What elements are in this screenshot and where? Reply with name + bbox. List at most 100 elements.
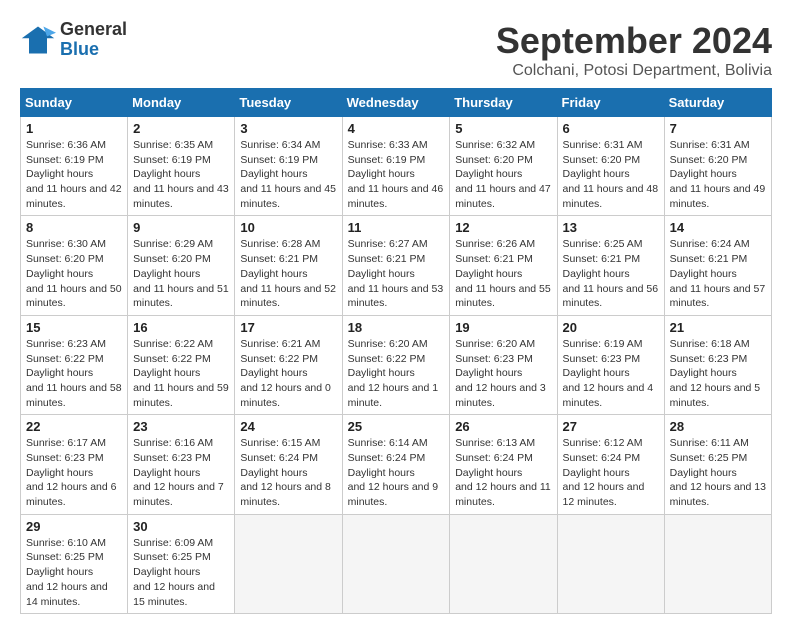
day-number: 15 xyxy=(26,320,122,335)
calendar-cell: 20 Sunrise: 6:19 AMSunset: 6:23 PMDayligh… xyxy=(557,315,664,414)
calendar-cell: 2 Sunrise: 6:35 AMSunset: 6:19 PMDaylight… xyxy=(128,117,235,216)
calendar-cell xyxy=(450,514,557,613)
calendar-week-row: 29Sunrise: 6:10 AMSunset: 6:25 PMDayligh… xyxy=(21,514,772,613)
calendar-cell: 24Sunrise: 6:15 AMSunset: 6:24 PMDayligh… xyxy=(235,415,342,514)
col-wednesday: Wednesday xyxy=(342,89,450,117)
day-info: Sunrise: 6:23 AMSunset: 6:22 PMDaylight … xyxy=(26,337,122,410)
page-header: General Blue September 2024 Colchani, Po… xyxy=(20,20,772,80)
calendar-cell: 19Sunrise: 6:20 AMSunset: 6:23 PMDayligh… xyxy=(450,315,557,414)
logo-line2: Blue xyxy=(60,40,127,60)
day-info: Sunrise: 6:27 AMSunset: 6:21 PMDaylight … xyxy=(348,237,445,310)
calendar-cell: 18Sunrise: 6:20 AMSunset: 6:22 PMDayligh… xyxy=(342,315,450,414)
logo-line1: General xyxy=(60,20,127,40)
day-info: Sunrise: 6:22 AMSunset: 6:22 PMDaylight … xyxy=(133,337,229,410)
calendar-week-row: 1Sunrise: 6:36 AMSunset: 6:19 PMDaylight… xyxy=(21,117,772,216)
day-info: Sunrise: 6:33 AMSunset: 6:19 PMDaylight … xyxy=(348,138,445,211)
day-info: Sunrise: 6:24 AMSunset: 6:21 PMDaylight … xyxy=(670,237,766,310)
day-info: Sunrise: 6:09 AMSunset: 6:25 PMDaylight … xyxy=(133,536,229,609)
day-number: 23 xyxy=(133,419,229,434)
calendar-week-row: 15 Sunrise: 6:23 AMSunset: 6:22 PMDayligh… xyxy=(21,315,772,414)
day-info: Sunrise: 6:34 AMSunset: 6:19 PMDaylight … xyxy=(240,138,336,211)
calendar-cell: 15 Sunrise: 6:23 AMSunset: 6:22 PMDayligh… xyxy=(21,315,128,414)
calendar-header-row: Sunday Monday Tuesday Wednesday Thursday… xyxy=(21,89,772,117)
day-info: Sunrise: 6:26 AMSunset: 6:21 PMDaylight … xyxy=(455,237,551,310)
calendar-week-row: 22 Sunrise: 6:17 AMSunset: 6:23 PMDayligh… xyxy=(21,415,772,514)
day-info: Sunrise: 6:21 AMSunset: 6:22 PMDaylight … xyxy=(240,337,336,410)
day-number: 22 xyxy=(26,419,122,434)
calendar-cell: 7 Sunrise: 6:31 AMSunset: 6:20 PMDaylight… xyxy=(664,117,771,216)
day-info: Sunrise: 6:16 AMSunset: 6:23 PMDaylight … xyxy=(133,436,229,509)
day-number: 17 xyxy=(240,320,336,335)
day-info: Sunrise: 6:11 AMSunset: 6:25 PMDaylight … xyxy=(670,436,766,509)
col-monday: Monday xyxy=(128,89,235,117)
calendar-cell: 30 Sunrise: 6:09 AMSunset: 6:25 PMDayligh… xyxy=(128,514,235,613)
calendar-cell: 1Sunrise: 6:36 AMSunset: 6:19 PMDaylight… xyxy=(21,117,128,216)
day-number: 27 xyxy=(563,419,659,434)
calendar-cell: 6 Sunrise: 6:31 AMSunset: 6:20 PMDaylight… xyxy=(557,117,664,216)
col-friday: Friday xyxy=(557,89,664,117)
day-number: 21 xyxy=(670,320,766,335)
calendar-cell: 26 Sunrise: 6:13 AMSunset: 6:24 PMDayligh… xyxy=(450,415,557,514)
calendar-cell: 3Sunrise: 6:34 AMSunset: 6:19 PMDaylight… xyxy=(235,117,342,216)
day-number: 7 xyxy=(670,121,766,136)
day-number: 28 xyxy=(670,419,766,434)
calendar-cell: 8 Sunrise: 6:30 AMSunset: 6:20 PMDaylight… xyxy=(21,216,128,315)
day-info: Sunrise: 6:18 AMSunset: 6:23 PMDaylight … xyxy=(670,337,766,410)
day-number: 14 xyxy=(670,220,766,235)
day-number: 8 xyxy=(26,220,122,235)
day-number: 2 xyxy=(133,121,229,136)
logo-icon xyxy=(20,22,56,58)
day-number: 26 xyxy=(455,419,551,434)
month-title: September 2024 xyxy=(496,20,772,62)
day-number: 18 xyxy=(348,320,445,335)
calendar-cell: 23 Sunrise: 6:16 AMSunset: 6:23 PMDayligh… xyxy=(128,415,235,514)
day-info: Sunrise: 6:35 AMSunset: 6:19 PMDaylight … xyxy=(133,138,229,211)
day-number: 5 xyxy=(455,121,551,136)
day-number: 19 xyxy=(455,320,551,335)
day-number: 16 xyxy=(133,320,229,335)
day-number: 13 xyxy=(563,220,659,235)
calendar-cell xyxy=(235,514,342,613)
logo: General Blue xyxy=(20,20,127,60)
calendar-cell: 29Sunrise: 6:10 AMSunset: 6:25 PMDayligh… xyxy=(21,514,128,613)
day-info: Sunrise: 6:32 AMSunset: 6:20 PMDaylight … xyxy=(455,138,551,211)
day-number: 10 xyxy=(240,220,336,235)
day-info: Sunrise: 6:30 AMSunset: 6:20 PMDaylight … xyxy=(26,237,122,310)
day-number: 4 xyxy=(348,121,445,136)
day-info: Sunrise: 6:15 AMSunset: 6:24 PMDaylight … xyxy=(240,436,336,509)
calendar-cell: 11 Sunrise: 6:27 AMSunset: 6:21 PMDayligh… xyxy=(342,216,450,315)
calendar-cell: 22 Sunrise: 6:17 AMSunset: 6:23 PMDayligh… xyxy=(21,415,128,514)
day-number: 11 xyxy=(348,220,445,235)
calendar-cell: 27Sunrise: 6:12 AMSunset: 6:24 PMDayligh… xyxy=(557,415,664,514)
day-number: 9 xyxy=(133,220,229,235)
location-subtitle: Colchani, Potosi Department, Bolivia xyxy=(496,62,772,80)
day-number: 12 xyxy=(455,220,551,235)
calendar-week-row: 8 Sunrise: 6:30 AMSunset: 6:20 PMDaylight… xyxy=(21,216,772,315)
day-info: Sunrise: 6:17 AMSunset: 6:23 PMDaylight … xyxy=(26,436,122,509)
calendar-cell: 12 Sunrise: 6:26 AMSunset: 6:21 PMDayligh… xyxy=(450,216,557,315)
day-number: 20 xyxy=(563,320,659,335)
calendar-cell: 13 Sunrise: 6:25 AMSunset: 6:21 PMDayligh… xyxy=(557,216,664,315)
day-info: Sunrise: 6:13 AMSunset: 6:24 PMDaylight … xyxy=(455,436,551,509)
calendar-cell: 17 Sunrise: 6:21 AMSunset: 6:22 PMDayligh… xyxy=(235,315,342,414)
calendar-cell: 25Sunrise: 6:14 AMSunset: 6:24 PMDayligh… xyxy=(342,415,450,514)
col-tuesday: Tuesday xyxy=(235,89,342,117)
calendar-cell: 14 Sunrise: 6:24 AMSunset: 6:21 PMDayligh… xyxy=(664,216,771,315)
day-info: Sunrise: 6:28 AMSunset: 6:21 PMDaylight … xyxy=(240,237,336,310)
calendar-cell: 9Sunrise: 6:29 AMSunset: 6:20 PMDaylight… xyxy=(128,216,235,315)
day-number: 6 xyxy=(563,121,659,136)
day-info: Sunrise: 6:31 AMSunset: 6:20 PMDaylight … xyxy=(670,138,766,211)
calendar-cell xyxy=(557,514,664,613)
title-block: September 2024 Colchani, Potosi Departme… xyxy=(496,20,772,80)
day-number: 1 xyxy=(26,121,122,136)
day-number: 29 xyxy=(26,519,122,534)
day-number: 30 xyxy=(133,519,229,534)
day-info: Sunrise: 6:19 AMSunset: 6:23 PMDaylight … xyxy=(563,337,659,410)
day-info: Sunrise: 6:31 AMSunset: 6:20 PMDaylight … xyxy=(563,138,659,211)
calendar-cell: 21 Sunrise: 6:18 AMSunset: 6:23 PMDayligh… xyxy=(664,315,771,414)
day-info: Sunrise: 6:25 AMSunset: 6:21 PMDaylight … xyxy=(563,237,659,310)
calendar-cell: 4 Sunrise: 6:33 AMSunset: 6:19 PMDaylight… xyxy=(342,117,450,216)
col-sunday: Sunday xyxy=(21,89,128,117)
col-thursday: Thursday xyxy=(450,89,557,117)
day-info: Sunrise: 6:14 AMSunset: 6:24 PMDaylight … xyxy=(348,436,445,509)
